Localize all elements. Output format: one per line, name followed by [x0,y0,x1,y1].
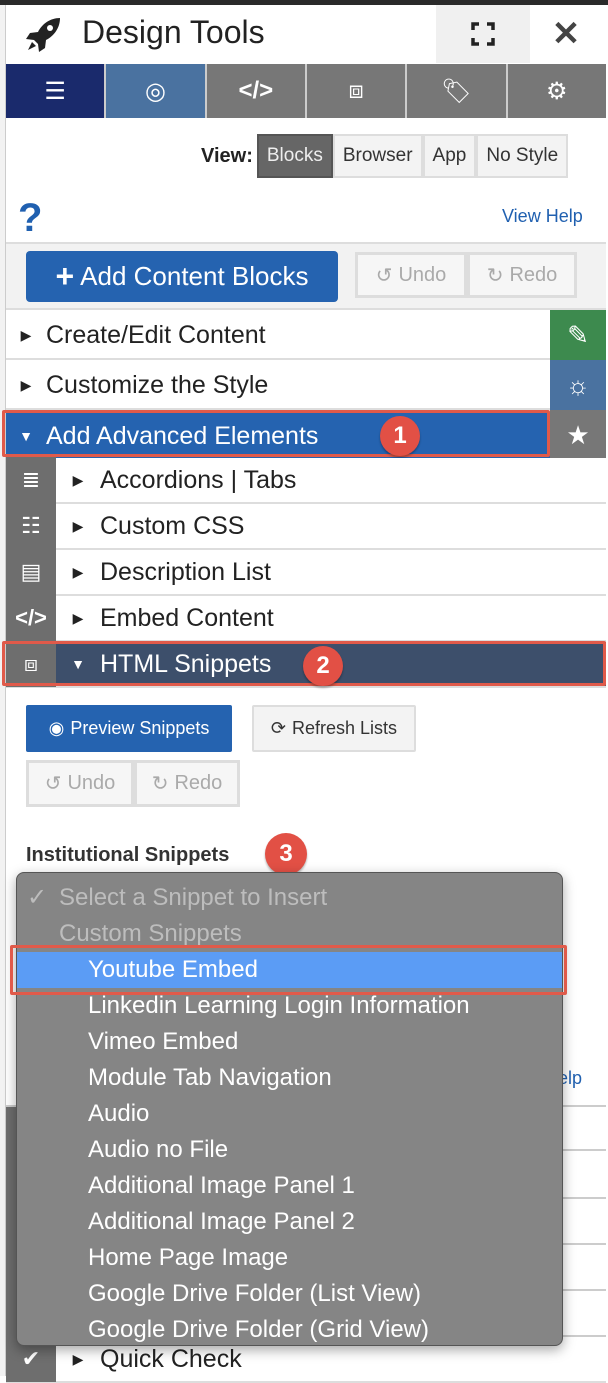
fullscreen-button[interactable] [436,5,530,63]
view-switcher: View: Blocks Browser App No Style [201,134,569,178]
annotation-badge-3: 3 [265,833,307,875]
add-label: Add Content Blocks [80,261,309,291]
view-blocks[interactable]: Blocks [256,134,333,178]
caret-right-icon: ▶ [20,326,32,343]
close-icon: ✕ [551,15,581,53]
accordion-customize-style[interactable]: ▶ Customize the Style [6,362,550,410]
annotation-box-1 [2,410,550,457]
item-label: Accordions | Tabs [100,465,297,494]
item-embed-content[interactable]: </> ▶ Embed Content [6,595,606,642]
tab-tags[interactable]: 🏷 [407,64,506,118]
server-icon: ☰ [44,77,66,105]
dropdown-option[interactable]: Additional Image Panel 1 [17,1168,562,1204]
redo-icon: ↻ [486,264,504,287]
caret-right-icon: ▶ [72,471,84,488]
toolbar-tabs: ☰ ◎ </> ⧈ 🏷 ⚙ [6,64,606,118]
preview-snippets-button[interactable]: ◉ Preview Snippets [26,705,232,752]
list-icon: ≣ [6,457,56,503]
view-browser[interactable]: Browser [332,134,423,178]
undo-label: Undo [67,772,116,794]
tab-target[interactable]: ◎ [106,64,205,118]
plus-icon: + [55,258,75,294]
tab-blocks[interactable]: ☰ [6,64,105,118]
sliders-icon: ☷ [6,503,56,549]
expand-icon [471,22,495,46]
side-style-button[interactable]: ☼ [550,360,606,410]
snippets-undo-button[interactable]: ↺ Undo [26,760,134,807]
undo-icon: ↺ [44,773,62,795]
tab-code[interactable]: </> [206,64,305,118]
side-create-button[interactable]: ✎ [550,310,606,360]
view-label: View: [201,144,253,167]
item-label: Description List [100,557,271,586]
close-button[interactable]: ✕ [530,5,602,63]
target-icon: ◎ [145,77,166,105]
refresh-label: Refresh Lists [292,718,398,738]
item-description-list[interactable]: ▤ ▶ Description List [6,549,606,596]
accordion-label: Create/Edit Content [46,320,266,349]
view-no-style[interactable]: No Style [476,134,569,178]
rocket-icon [26,18,60,52]
redo-label: Redo [174,772,223,794]
dropdown-option[interactable]: Additional Image Panel 2 [17,1204,562,1240]
dropdown-option[interactable]: Audio no File [17,1132,562,1168]
item-accordions-tabs[interactable]: ≣ ▶ Accordions | Tabs [6,457,606,504]
item-custom-css[interactable]: ☷ ▶ Custom CSS [6,503,606,550]
caret-right-icon: ▶ [72,609,84,626]
star-icon: ★ [566,419,590,450]
code-icon: </> [238,77,274,104]
book-icon: ▤ [6,549,56,595]
item-label: Quick Check [100,1344,242,1373]
caret-right-icon: ▶ [72,1350,84,1367]
side-advanced-button[interactable]: ★ [550,410,606,460]
panel-title: Design Tools [82,14,265,50]
undo-icon: ↺ [375,264,393,287]
cubes-icon: ⧈ [348,77,364,104]
undo-label: Undo [398,263,447,286]
item-label: Embed Content [100,603,274,632]
caret-right-icon: ▶ [72,563,84,580]
tags-icon: 🏷 [441,77,472,105]
code-icon: </> [6,595,56,641]
caret-right-icon: ▶ [72,517,84,534]
dropdown-option[interactable]: Audio [17,1096,562,1132]
annotation-badge-2: 2 [303,646,343,686]
dropdown-option[interactable]: Google Drive Folder (List View) [17,1276,562,1312]
tab-settings[interactable]: ⚙ [507,64,606,118]
view-help-link[interactable]: View Help [502,206,583,227]
eye-icon: ◉ [48,718,65,738]
caret-right-icon: ▶ [20,376,32,393]
annotation-badge-1: 1 [380,416,420,456]
annotation-box-3 [10,945,567,995]
gears-icon: ⚙ [546,77,568,105]
sun-icon: ☼ [566,369,590,400]
help-icon[interactable]: ? [18,196,42,241]
dropdown-option[interactable]: Home Page Image [17,1240,562,1276]
refresh-icon: ⟳ [270,718,287,738]
redo-button[interactable]: ↻ Redo [467,252,577,298]
dropdown-option: Select a Snippet to Insert [59,884,328,911]
magic-wand-icon: ✎ [567,319,589,350]
dropdown-option[interactable]: Google Drive Folder (Grid View) [17,1312,562,1348]
preview-label: Preview Snippets [70,718,210,738]
redo-icon: ↻ [151,773,169,795]
accordion-create-edit[interactable]: ▶ Create/Edit Content [6,312,550,360]
undo-button[interactable]: ↺ Undo [355,252,467,298]
redo-label: Redo [509,263,558,286]
tab-snippets[interactable]: ⧈ [306,64,406,118]
accordion-label: Customize the Style [46,370,269,399]
dropdown-option[interactable]: Module Tab Navigation [17,1060,562,1096]
snippets-redo-button[interactable]: ↻ Redo [134,760,240,807]
institutional-snippets-label: Institutional Snippets [26,844,230,866]
add-content-blocks-button[interactable]: + Add Content Blocks [26,251,338,302]
view-app[interactable]: App [422,134,477,178]
item-label: Custom CSS [100,511,245,540]
snippet-dropdown-menu[interactable]: ✓ Select a Snippet to Insert Custom Snipp… [16,872,563,1346]
dropdown-option[interactable]: Vimeo Embed [17,1024,562,1060]
refresh-lists-button[interactable]: ⟳ Refresh Lists [252,705,416,752]
